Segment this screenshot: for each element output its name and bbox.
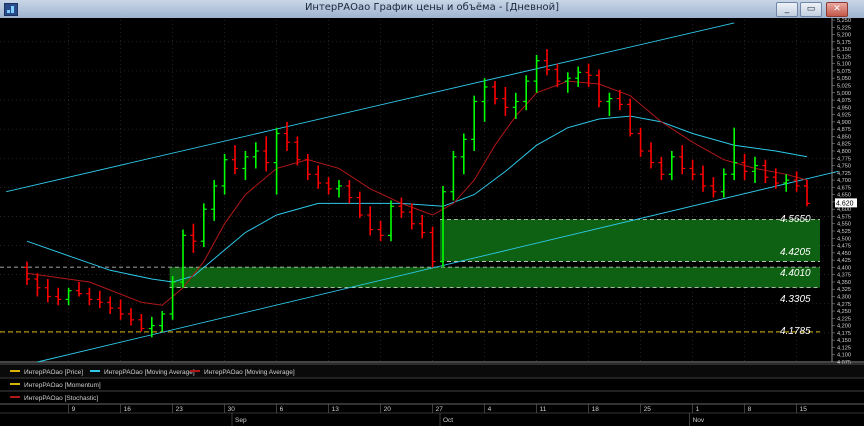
month-label: Oct <box>443 417 453 424</box>
y-tick-label: 4,275 <box>837 302 851 308</box>
y-tick-label: 5,175 <box>837 40 851 46</box>
y-tick-label: 4,550 <box>837 222 851 228</box>
y-tick-label: 5,200 <box>837 33 851 39</box>
y-tick-label: 4,350 <box>837 280 851 286</box>
support-zone <box>440 219 820 262</box>
legend-momentum: ИнтерРАОао [Momentum] <box>24 382 101 389</box>
y-tick-label: 4,700 <box>837 178 851 184</box>
window-titlebar: ИнтерРАОао График цены и объёма - [Дневн… <box>0 0 864 19</box>
restore-button[interactable]: ▭ <box>800 2 822 17</box>
x-tick-label: 11 <box>540 406 547 413</box>
y-tick-label: 5,025 <box>837 83 851 89</box>
y-tick-label: 5,225 <box>837 25 851 31</box>
close-button[interactable]: ✕ <box>826 2 848 17</box>
zone-label-4-3305: 4.3305 <box>780 294 811 305</box>
y-tick-label: 5,075 <box>837 69 851 75</box>
legend-bar: ИнтерРАОао [Price] ИнтерРАОао [Moving Av… <box>0 363 864 377</box>
y-tick-label: 4,825 <box>837 142 851 148</box>
y-tick-label: 4,650 <box>837 193 851 199</box>
x-tick-label: 30 <box>228 406 236 413</box>
y-tick-label: 5,100 <box>837 62 851 68</box>
current-price-marker: 4.620 <box>835 198 857 208</box>
y-tick-label: 4,375 <box>837 273 851 279</box>
x-axis: 9 16 23 30 6 13 20 27 4 11 18 25 1 8 15Sep Oct Nov <box>0 403 864 426</box>
legend-price: ИнтерРАОао [Price] <box>24 369 83 376</box>
y-tick-label: 4,425 <box>837 258 851 264</box>
x-tick-label: 23 <box>176 406 184 413</box>
y-tick-label: 5,150 <box>837 47 851 53</box>
legend-ma-slow: ИнтерРАОао [Moving Average] <box>104 369 195 376</box>
y-tick-label: 4,750 <box>837 164 851 170</box>
momentum-panel-bg <box>0 378 864 389</box>
y-tick-label: 4,400 <box>837 265 851 271</box>
x-tick-label: 15 <box>800 406 808 413</box>
y-tick-label: 4,525 <box>837 229 851 235</box>
y-tick-label: 4,125 <box>837 345 851 351</box>
x-tick-label: 20 <box>384 406 392 413</box>
stochastic-panel-bg <box>0 391 864 403</box>
x-tick-label: 27 <box>436 406 444 413</box>
month-label: Sep <box>235 417 247 424</box>
legend-stochastic: ИнтерРАОао [Stochastic] <box>24 395 98 402</box>
y-tick-label: 4,500 <box>837 236 851 242</box>
price-chart[interactable]: 4,0754,1004,1254,1504,1754,2004,2254,250… <box>0 18 864 426</box>
y-tick-label: 4,150 <box>837 338 851 344</box>
y-tick-label: 4,175 <box>837 331 851 337</box>
y-tick-label: 4,100 <box>837 353 851 359</box>
y-tick-label: 4,225 <box>837 316 851 322</box>
x-tick-label: 1 <box>696 406 700 413</box>
y-tick-label: 4,875 <box>837 127 851 133</box>
y-tick-label: 4,900 <box>837 120 851 126</box>
x-tick-label: 6 <box>280 406 284 413</box>
x-tick-label: 8 <box>748 406 752 413</box>
y-tick-label: 4,925 <box>837 113 851 119</box>
legend-ma-fast: ИнтерРАОао [Moving Average] <box>204 369 295 376</box>
x-tick-label: 4 <box>488 406 492 413</box>
window-title: ИнтерРАОао График цены и объёма - [Дневн… <box>304 2 560 13</box>
y-tick-label: 4,200 <box>837 324 851 330</box>
zone-label-4-5650: 4.5650 <box>780 214 811 225</box>
y-tick-label: 4,475 <box>837 244 851 250</box>
y-tick-label: 5,125 <box>837 54 851 60</box>
y-tick-label: 5,000 <box>837 91 851 97</box>
x-tick-label: 16 <box>124 406 132 413</box>
y-tick-label: 4,300 <box>837 295 851 301</box>
y-tick-label: 4,950 <box>837 105 851 111</box>
y-tick-label: 4,675 <box>837 185 851 191</box>
y-tick-label: 4,800 <box>837 149 851 155</box>
y-tick-label: 4,775 <box>837 156 851 162</box>
y-tick-label: 4,450 <box>837 251 851 257</box>
stochastic-panel: ИнтерРАОао [Stochastic] <box>0 390 864 403</box>
y-tick-label: 4,975 <box>837 98 851 104</box>
month-label: Nov <box>693 417 705 424</box>
x-tick-label: 18 <box>592 406 600 413</box>
y-tick-label: 4,725 <box>837 171 851 177</box>
y-tick-label: 4,600 <box>837 207 851 213</box>
support-zone <box>169 267 821 288</box>
y-tick-label: 5,250 <box>837 18 851 24</box>
y-tick-label: 4,850 <box>837 134 851 140</box>
x-tick-label: 9 <box>72 406 76 413</box>
minimize-button[interactable]: _ <box>776 2 798 17</box>
y-tick-label: 4,325 <box>837 287 851 293</box>
zone-label-4-4205: 4.4205 <box>780 247 811 258</box>
zone-label-4-4010: 4.4010 <box>780 268 811 279</box>
x-tick-label: 13 <box>332 406 340 413</box>
y-tick-label: 5,050 <box>837 76 851 82</box>
y-tick-label: 4,575 <box>837 214 851 220</box>
current-price-label: 4.620 <box>836 200 854 207</box>
zone-label-4-1785: 4.1785 <box>780 326 811 337</box>
x-tick-label: 25 <box>644 406 652 413</box>
y-tick-label: 4,250 <box>837 309 851 315</box>
momentum-panel: ИнтерРАОао [Momentum] <box>0 377 864 389</box>
